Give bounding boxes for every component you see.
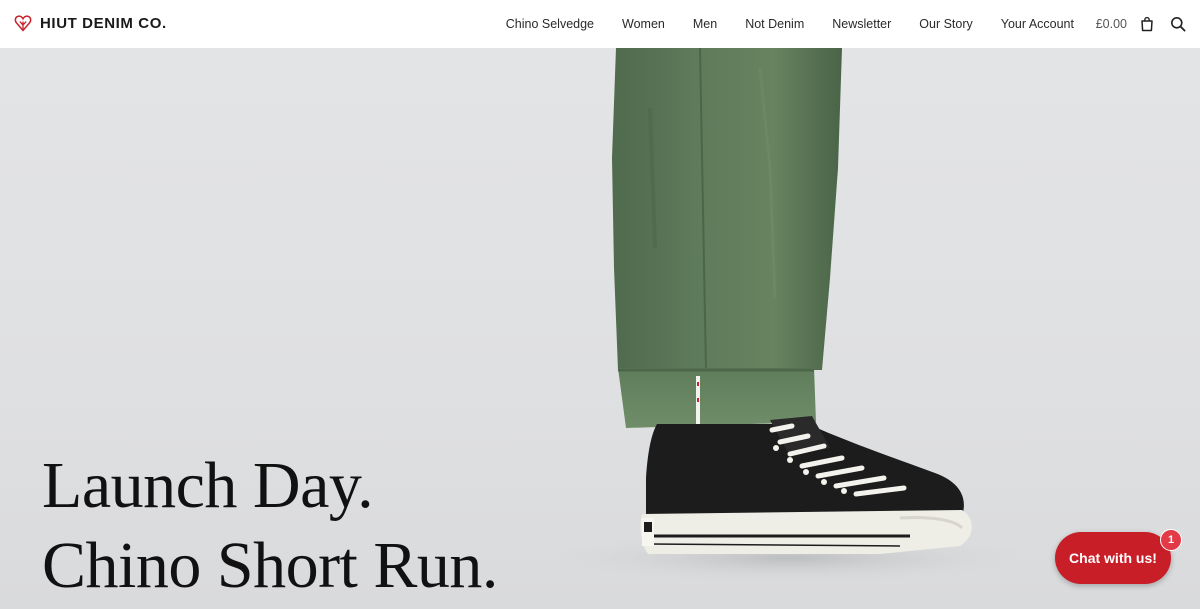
heart-leaf-logo-icon bbox=[14, 15, 32, 32]
cart-total[interactable]: £0.00 bbox=[1096, 17, 1127, 31]
headline-line-1: Launch Day. bbox=[42, 449, 374, 522]
hero-banner: Launch Day. Chino Short Run. bbox=[0, 48, 1200, 609]
brand-name: HIUT DENIM CO. bbox=[40, 14, 167, 32]
hero-headline: Launch Day. Chino Short Run. bbox=[42, 446, 498, 606]
main-nav: Chino Selvedge Women Men Not Denim Newsl… bbox=[478, 0, 1074, 48]
search-icon[interactable] bbox=[1170, 16, 1186, 32]
nav-item-newsletter[interactable]: Newsletter bbox=[832, 17, 891, 31]
nav-item-our-story[interactable]: Our Story bbox=[919, 17, 973, 31]
trouser-leg bbox=[612, 48, 842, 370]
nav-item-women[interactable]: Women bbox=[622, 17, 665, 31]
header-utilities: £0.00 bbox=[1096, 0, 1186, 48]
chat-notification-badge: 1 bbox=[1160, 529, 1182, 551]
nav-item-men[interactable]: Men bbox=[693, 17, 717, 31]
nav-item-chino-selvedge[interactable]: Chino Selvedge bbox=[506, 17, 594, 31]
chat-button[interactable]: Chat with us! bbox=[1055, 532, 1171, 584]
nav-item-your-account[interactable]: Your Account bbox=[1001, 17, 1074, 31]
nav-item-not-denim[interactable]: Not Denim bbox=[745, 17, 804, 31]
logo-link[interactable]: HIUT DENIM CO. bbox=[13, 13, 167, 33]
headline-line-2: Chino Short Run. bbox=[42, 529, 498, 602]
site-header: HIUT DENIM CO. Chino Selvedge Women Men … bbox=[0, 0, 1200, 48]
shopping-bag-icon[interactable] bbox=[1139, 16, 1155, 32]
